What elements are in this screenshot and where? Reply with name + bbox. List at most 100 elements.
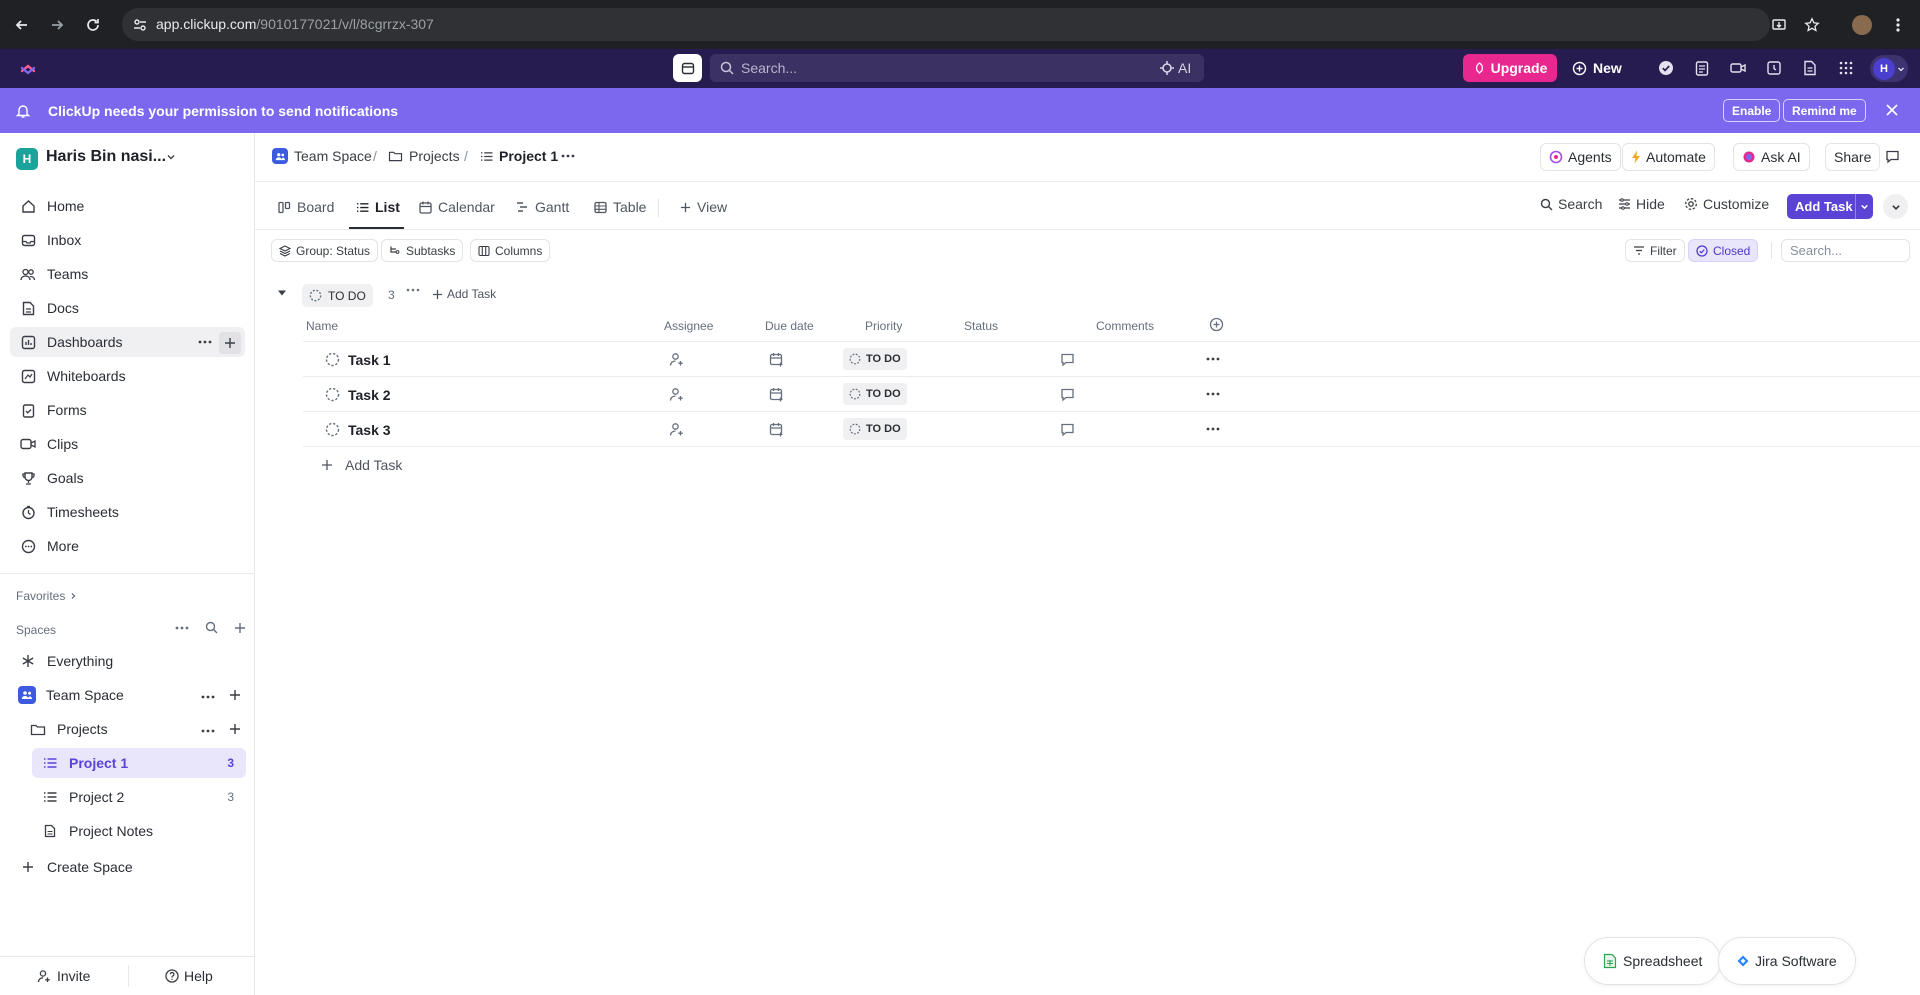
due-date-calendar-icon[interactable]	[769, 352, 784, 367]
breadcrumb-project-1[interactable]: Project 1	[480, 148, 558, 164]
sidebar-item-forms[interactable]: Forms	[10, 395, 245, 425]
projects-add-icon[interactable]	[229, 723, 241, 735]
row-more-icon[interactable]	[1206, 392, 1220, 396]
ai-button[interactable]: AI	[1160, 60, 1191, 76]
sidebar-doc-project-notes[interactable]: Project Notes	[32, 816, 246, 846]
forward-arrow-icon[interactable]	[44, 12, 70, 38]
chrome-menu-icon[interactable]	[1885, 12, 1911, 38]
assignee-icon[interactable]	[669, 387, 684, 402]
tab-board[interactable]: Board	[278, 196, 334, 218]
table-row[interactable]: Task 2 TO DO	[303, 377, 1920, 412]
tab-calendar[interactable]: Calendar	[419, 196, 495, 218]
add-view-button[interactable]: View	[680, 196, 727, 218]
todo-status-icon[interactable]	[325, 352, 340, 367]
sidebar-list-project-2[interactable]: Project 2 3	[32, 782, 246, 812]
tab-list[interactable]: List	[356, 196, 400, 218]
breadcrumb-projects[interactable]: Projects	[388, 148, 460, 164]
table-row[interactable]: Task 1 TO DO	[303, 342, 1920, 377]
collapse-toggle-chevron-icon[interactable]	[1883, 194, 1908, 219]
task-name[interactable]: Task 1	[348, 352, 391, 368]
assignee-icon[interactable]	[669, 422, 684, 437]
list-more-icon[interactable]	[561, 154, 575, 158]
closed-chip[interactable]: Closed	[1688, 239, 1759, 262]
doc-icon[interactable]	[1801, 59, 1819, 77]
new-button[interactable]: New	[1572, 54, 1622, 82]
invite-button[interactable]: Invite	[37, 968, 90, 984]
clickup-logo-icon[interactable]	[20, 59, 36, 77]
comment-icon[interactable]	[1060, 352, 1075, 367]
column-header-status[interactable]: Status	[964, 319, 998, 333]
row-more-icon[interactable]	[1206, 357, 1220, 361]
task-name[interactable]: Task 3	[348, 422, 391, 438]
todo-status-icon[interactable]	[325, 387, 340, 402]
status-pill[interactable]: TO DO	[843, 418, 907, 440]
notepad-icon[interactable]	[1693, 59, 1711, 77]
reminder-clock-icon[interactable]	[1765, 59, 1783, 77]
favorites-section[interactable]: Favorites	[16, 589, 77, 603]
row-more-icon[interactable]	[1206, 427, 1220, 431]
filter-chip[interactable]: Filter	[1625, 239, 1685, 262]
upgrade-button[interactable]: Upgrade	[1463, 54, 1557, 82]
todo-status-icon[interactable]	[325, 422, 340, 437]
sidebar-list-project-1[interactable]: Project 1 3	[32, 748, 246, 778]
spaces-more-icon[interactable]	[175, 626, 189, 630]
workspace-avatar[interactable]: H	[16, 148, 38, 170]
group-more-icon[interactable]	[406, 283, 420, 297]
status-pill[interactable]: TO DO	[843, 348, 907, 370]
column-header-name[interactable]: Name	[306, 319, 338, 333]
check-circle-icon[interactable]	[1657, 59, 1675, 77]
group-add-task-button[interactable]: Add Task	[432, 287, 496, 301]
table-row[interactable]: Task 3 TO DO	[303, 412, 1920, 447]
subtasks-chip[interactable]: Subtasks	[381, 239, 464, 262]
close-icon[interactable]	[1885, 103, 1899, 117]
create-space-button[interactable]: Create Space	[10, 852, 245, 882]
hide-button[interactable]: Hide	[1618, 196, 1665, 212]
list-search-input[interactable]: Search...	[1781, 239, 1910, 262]
apps-grid-icon[interactable]	[1837, 59, 1855, 77]
spreadsheet-import-card[interactable]: Spreadsheet	[1584, 937, 1722, 985]
chevron-down-icon[interactable]	[1855, 194, 1873, 219]
jira-import-card[interactable]: Jira Software	[1718, 937, 1856, 985]
sidebar-item-everything[interactable]: Everything	[10, 646, 245, 676]
sidebar-item-home[interactable]: Home	[10, 191, 245, 221]
remind-me-button[interactable]: Remind me	[1783, 99, 1866, 122]
add-column-plus-circle-icon[interactable]	[1209, 317, 1224, 332]
site-info-icon[interactable]	[127, 12, 153, 38]
spaces-search-icon[interactable]	[205, 621, 218, 634]
back-arrow-icon[interactable]	[9, 12, 35, 38]
tab-table[interactable]: Table	[594, 196, 646, 218]
spaces-add-icon[interactable]	[234, 622, 246, 634]
add-task-button[interactable]: Add Task	[1787, 194, 1873, 219]
tab-gantt[interactable]: Gantt	[516, 196, 569, 218]
workspace-name[interactable]: Haris Bin nasi...	[46, 148, 166, 166]
status-pill[interactable]: TO DO	[843, 383, 907, 405]
sidebar-item-docs[interactable]: Docs	[10, 293, 245, 323]
ask-ai-button[interactable]: Ask AI	[1733, 143, 1810, 171]
bookmark-star-icon[interactable]	[1799, 12, 1825, 38]
sidebar-item-teams[interactable]: Teams	[10, 259, 245, 289]
column-header-due-date[interactable]: Due date	[765, 319, 814, 333]
group-by-status-chip[interactable]: Group: Status	[271, 239, 379, 262]
view-search-button[interactable]: Search	[1540, 196, 1602, 212]
due-date-calendar-icon[interactable]	[769, 422, 784, 437]
comment-icon[interactable]	[1060, 422, 1075, 437]
sidebar-item-whiteboards[interactable]: Whiteboards	[10, 361, 245, 391]
column-header-assignee[interactable]: Assignee	[664, 319, 713, 333]
sidebar-item-goals[interactable]: Goals	[10, 463, 245, 493]
group-status-badge[interactable]: TO DO	[302, 284, 373, 307]
comment-icon[interactable]	[1060, 387, 1075, 402]
sidebar-item-timesheets[interactable]: Timesheets	[10, 497, 245, 527]
column-header-priority[interactable]: Priority	[865, 319, 902, 333]
breadcrumb-team-space[interactable]: Team Space	[272, 148, 372, 164]
dashboards-add-icon[interactable]	[219, 332, 241, 354]
collapse-group-caret-icon[interactable]	[277, 289, 287, 297]
due-date-calendar-icon[interactable]	[769, 387, 784, 402]
team-space-more-icon[interactable]	[201, 695, 215, 699]
sidebar-item-inbox[interactable]: Inbox	[10, 225, 245, 255]
comment-icon[interactable]	[1885, 149, 1900, 164]
team-space-add-icon[interactable]	[229, 689, 241, 701]
customize-button[interactable]: Customize	[1684, 196, 1769, 212]
columns-chip[interactable]: Columns	[470, 239, 551, 262]
dashboards-more-icon[interactable]	[198, 340, 212, 344]
calendar-icon[interactable]	[673, 54, 702, 82]
